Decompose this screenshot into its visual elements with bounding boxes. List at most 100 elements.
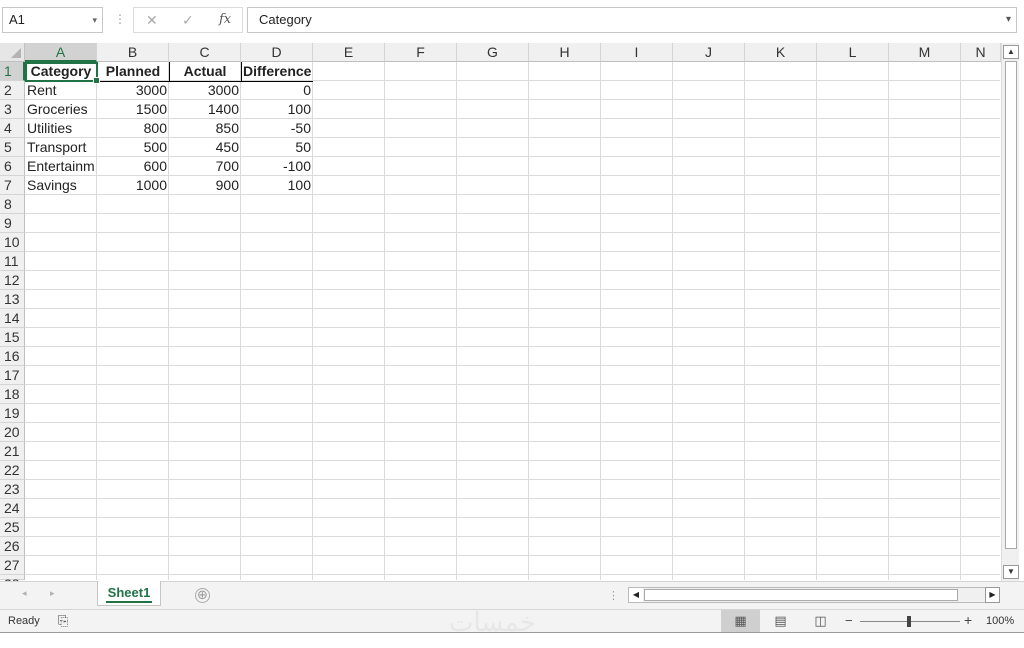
- page-layout-view-icon[interactable]: ▤: [761, 610, 800, 632]
- row-header-26[interactable]: 26: [0, 537, 25, 556]
- cell-d4[interactable]: -50: [241, 119, 313, 138]
- column-header-b[interactable]: B: [97, 43, 169, 62]
- cell-d3[interactable]: 100: [241, 100, 313, 119]
- cell-d6[interactable]: -100: [241, 157, 313, 176]
- select-all-corner[interactable]: [0, 43, 25, 62]
- horizontal-scroll-thumb[interactable]: [644, 589, 958, 601]
- normal-view-icon[interactable]: ▦: [721, 610, 760, 632]
- cell-a5[interactable]: Transport: [25, 138, 97, 157]
- cell-b3[interactable]: 1500: [97, 100, 169, 119]
- row-header-1[interactable]: 1: [0, 62, 25, 81]
- row-header-2[interactable]: 2: [0, 81, 25, 100]
- row-header-18[interactable]: 18: [0, 385, 25, 404]
- vertical-scroll-thumb[interactable]: [1005, 61, 1017, 549]
- row-header-21[interactable]: 21: [0, 442, 25, 461]
- zoom-out-icon[interactable]: −: [845, 613, 853, 628]
- row-header-5[interactable]: 5: [0, 138, 25, 157]
- prev-sheet-icon[interactable]: ◂: [22, 588, 27, 599]
- cell-d7[interactable]: 100: [241, 176, 313, 195]
- row-header-13[interactable]: 13: [0, 290, 25, 309]
- cell-c5[interactable]: 450: [169, 138, 241, 157]
- row-header-20[interactable]: 20: [0, 423, 25, 442]
- row-header-12[interactable]: 12: [0, 271, 25, 290]
- row-header-10[interactable]: 10: [0, 233, 25, 252]
- row-header-15[interactable]: 15: [0, 328, 25, 347]
- name-box[interactable]: A1 ▾: [2, 7, 103, 33]
- next-sheet-icon[interactable]: ▸: [50, 588, 55, 599]
- row-header-3[interactable]: 3: [0, 100, 25, 119]
- enter-icon[interactable]: ✓: [182, 12, 194, 29]
- cell-a3[interactable]: Groceries: [25, 100, 97, 119]
- row-header-28[interactable]: 28: [0, 575, 25, 592]
- scroll-down-icon[interactable]: ▼: [1003, 565, 1019, 579]
- formula-bar-grip-icon[interactable]: ⋮: [114, 12, 126, 26]
- cell-d2[interactable]: 0: [241, 81, 313, 100]
- add-sheet-icon[interactable]: ⊕: [195, 588, 210, 603]
- row-header-16[interactable]: 16: [0, 347, 25, 366]
- sheet-tab-sheet1[interactable]: Sheet1: [97, 581, 161, 606]
- column-header-n[interactable]: N: [961, 43, 1001, 62]
- column-header-d[interactable]: D: [241, 43, 313, 62]
- row-header-11[interactable]: 11: [0, 252, 25, 271]
- cell-a2[interactable]: Rent: [25, 81, 97, 100]
- tab-splitter-icon[interactable]: ⋮: [608, 589, 619, 602]
- column-header-e[interactable]: E: [313, 43, 385, 62]
- row-header-23[interactable]: 23: [0, 480, 25, 499]
- scroll-right-icon[interactable]: ▶: [985, 587, 1000, 603]
- row-header-8[interactable]: 8: [0, 195, 25, 214]
- row-header-4[interactable]: 4: [0, 119, 25, 138]
- macro-recording-icon[interactable]: ⎘: [58, 613, 68, 629]
- column-header-j[interactable]: J: [673, 43, 745, 62]
- formula-input[interactable]: Category ▾: [247, 7, 1017, 33]
- row-header-25[interactable]: 25: [0, 518, 25, 537]
- column-header-h[interactable]: H: [529, 43, 601, 62]
- cell-c2[interactable]: 3000: [169, 81, 241, 100]
- row-header-24[interactable]: 24: [0, 499, 25, 518]
- row-header-27[interactable]: 27: [0, 556, 25, 575]
- cell-c6[interactable]: 700: [169, 157, 241, 176]
- scroll-left-icon[interactable]: ◀: [629, 588, 643, 602]
- cell-b5[interactable]: 500: [97, 138, 169, 157]
- cell-c1[interactable]: Actual: [169, 62, 241, 81]
- cell-b1[interactable]: Planned: [97, 62, 169, 81]
- row-header-17[interactable]: 17: [0, 366, 25, 385]
- expand-formula-bar-icon[interactable]: ▾: [1006, 8, 1011, 32]
- column-header-c[interactable]: C: [169, 43, 241, 62]
- zoom-level[interactable]: 100%: [986, 615, 1014, 627]
- cell-a4[interactable]: Utilities: [25, 119, 97, 138]
- vertical-scrollbar[interactable]: ▲ ▼: [1001, 43, 1019, 581]
- row-header-19[interactable]: 19: [0, 404, 25, 423]
- cell-c7[interactable]: 900: [169, 176, 241, 195]
- cell-c3[interactable]: 1400: [169, 100, 241, 119]
- name-box-dropdown-icon[interactable]: ▾: [92, 8, 97, 32]
- cell-b2[interactable]: 3000: [97, 81, 169, 100]
- horizontal-scrollbar[interactable]: ◀: [628, 587, 1000, 603]
- column-header-l[interactable]: L: [817, 43, 889, 62]
- cell-b4[interactable]: 800: [97, 119, 169, 138]
- active-cell-selection[interactable]: [25, 62, 100, 84]
- cell-b6[interactable]: 600: [97, 157, 169, 176]
- cell-b7[interactable]: 1000: [97, 176, 169, 195]
- row-header-7[interactable]: 7: [0, 176, 25, 195]
- row-header-9[interactable]: 9: [0, 214, 25, 233]
- cell-c4[interactable]: 850: [169, 119, 241, 138]
- cell-d5[interactable]: 50: [241, 138, 313, 157]
- row-header-14[interactable]: 14: [0, 309, 25, 328]
- column-header-m[interactable]: M: [889, 43, 961, 62]
- column-header-i[interactable]: I: [601, 43, 673, 62]
- cell-a6[interactable]: Entertainm: [25, 157, 97, 176]
- page-break-view-icon[interactable]: ◫: [801, 610, 840, 632]
- row-header-6[interactable]: 6: [0, 157, 25, 176]
- insert-function-icon[interactable]: fx: [219, 12, 231, 27]
- scroll-up-icon[interactable]: ▲: [1003, 45, 1019, 59]
- row-header-22[interactable]: 22: [0, 461, 25, 480]
- column-header-k[interactable]: K: [745, 43, 817, 62]
- cell-a7[interactable]: Savings: [25, 176, 97, 195]
- column-header-a[interactable]: A: [25, 43, 97, 62]
- column-header-f[interactable]: F: [385, 43, 457, 62]
- column-header-g[interactable]: G: [457, 43, 529, 62]
- zoom-slider-thumb[interactable]: [907, 616, 911, 627]
- cancel-icon[interactable]: ✕: [146, 12, 158, 29]
- zoom-in-icon[interactable]: +: [964, 612, 972, 628]
- cell-d1[interactable]: Difference: [241, 62, 313, 81]
